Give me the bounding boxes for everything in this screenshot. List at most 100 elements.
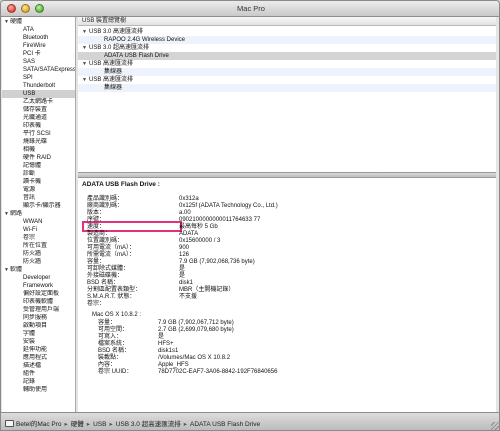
sidebar-item[interactable]: SATA/SATAExpress <box>2 66 75 74</box>
sidebar-item[interactable]: 防火牆 <box>2 258 75 266</box>
sidebar-item[interactable]: ATA <box>2 26 75 34</box>
sidebar-group[interactable]: ▼硬體 <box>2 18 75 26</box>
device-tree-label: USB 3.0 高速匯流排 <box>89 29 144 35</box>
sidebar-item[interactable]: 硬件 RAID <box>2 154 75 162</box>
breadcrumb-item[interactable]: ADATA USB Flash Drive <box>190 421 260 428</box>
sidebar-item[interactable]: FireWire <box>2 42 75 50</box>
sidebar-item[interactable]: PCI 卡 <box>2 50 75 58</box>
sidebar-item[interactable]: 受管理用戶端 <box>2 306 75 314</box>
sidebar-item[interactable]: 乙太網路卡 <box>2 98 75 106</box>
sidebar-item[interactable]: Wi-Fi <box>2 226 75 234</box>
sidebar-item[interactable]: 音訊 <box>2 194 75 202</box>
sidebar-item[interactable]: 防火牆 <box>2 250 75 258</box>
device-tree-row[interactable]: ▼ USB 3.0 超高速匯流排 <box>78 44 496 52</box>
sidebar-item[interactable]: 顯示卡/顯示器 <box>2 202 75 210</box>
property-value: 7.9 GB (7,902,068,736 byte) <box>179 259 255 265</box>
property-value: 900 <box>179 245 190 251</box>
device-tree-row[interactable]: ▼ USB 3.0 高速匯流排 <box>78 28 496 36</box>
breadcrumb-separator-icon: ▸ <box>109 421 113 428</box>
volume-property-row: 可用空間： 2.7 GB (2,699,079,680 byte) <box>98 327 488 334</box>
property-key: 位置識別碼： <box>87 238 124 244</box>
sidebar-item[interactable]: Framework <box>2 282 75 290</box>
sidebar-item[interactable]: Thunderbolt <box>2 82 75 90</box>
sidebar-group[interactable]: ▼軟體 <box>2 266 75 274</box>
sidebar-item[interactable]: 安裝 <box>2 338 75 346</box>
property-key: 可用空間： <box>98 327 129 333</box>
device-tree-row[interactable]: ▼ USB 高速匯流排 <box>78 60 496 68</box>
sidebar-item[interactable]: 光纖通道 <box>2 114 75 122</box>
sidebar-item[interactable]: 所在位置 <box>2 242 75 250</box>
sidebar-item[interactable]: 讀卡機 <box>2 178 75 186</box>
breadcrumb-item[interactable]: 硬體 <box>71 421 84 428</box>
sidebar-item[interactable]: 電源 <box>2 186 75 194</box>
property-row: 位置識別碼： 0x15600000 / 3 <box>87 238 487 245</box>
sidebar-item[interactable]: USB <box>2 90 75 98</box>
sidebar-item[interactable]: 啟動項目 <box>2 322 75 330</box>
sidebar-item[interactable]: 燒錄光碟 <box>2 138 75 146</box>
property-row: 版本： a.00 <box>87 210 487 217</box>
resize-grip-icon[interactable] <box>491 422 499 430</box>
sidebar-item[interactable]: Bluetooth <box>2 34 75 42</box>
sidebar-item[interactable]: Developer <box>2 274 75 282</box>
breadcrumb-separator-icon: ▸ <box>64 421 68 428</box>
volume-property-row: BSD 名稱： disk1s1 <box>98 348 488 355</box>
volume-property-row: 內容： Apple_HFS <box>98 362 488 369</box>
sidebar-group-label: 軟體 <box>10 267 23 273</box>
sidebar-item[interactable]: 延伸功能 <box>2 346 75 354</box>
property-row: BSD 名稱： disk1 <box>87 280 487 287</box>
device-tree-label: 集線器 <box>104 69 123 75</box>
property-key: 序號： <box>87 217 106 223</box>
sidebar-item[interactable]: 描述檔 <box>2 362 75 370</box>
device-tree-row[interactable]: RAPOO 2.4G Wireless Device <box>78 36 496 44</box>
breadcrumb-item[interactable]: Betel的Mac Pro <box>16 421 62 428</box>
disclosure-triangle-icon[interactable]: ▼ <box>82 28 89 36</box>
sidebar-group[interactable]: ▼網路 <box>2 210 75 218</box>
property-row: 分割區配置表類型： MBR（主開機記錄） <box>87 287 487 294</box>
device-tree-row[interactable]: 集線器 <box>78 84 496 92</box>
disclosure-triangle-icon[interactable]: ▼ <box>82 44 89 52</box>
sidebar-item[interactable]: SAS <box>2 58 75 66</box>
sidebar-item[interactable]: 印表機 <box>2 122 75 130</box>
sidebar-item[interactable]: 儲存裝置 <box>2 106 75 114</box>
device-tree-row[interactable]: 集線器 <box>78 68 496 76</box>
device-tree-header[interactable]: USB 裝置總覽樹 <box>78 17 496 26</box>
sidebar-item[interactable]: 記錄 <box>2 378 75 386</box>
sidebar-item[interactable]: WWAN <box>2 218 75 226</box>
breadcrumb-item[interactable]: USB 3.0 超高速匯流排 <box>116 421 181 428</box>
title-bar[interactable]: Mac Pro <box>1 1 499 17</box>
device-tree-row[interactable]: ▼ USB 高速匯流排 <box>78 76 496 84</box>
property-row: 速度： 最高每秒 5 Gb <box>87 224 487 231</box>
usb-device-tree[interactable]: USB 裝置總覽樹 ▼ USB 3.0 高速匯流排 RAPOO 2.4G Wirel… <box>78 17 496 173</box>
property-key: 可寫入： <box>98 334 123 340</box>
disclosure-triangle-icon[interactable]: ▼ <box>82 60 89 68</box>
breadcrumb-item[interactable]: USB <box>93 421 106 428</box>
sidebar-item[interactable]: 組件 <box>2 370 75 378</box>
property-value: a.00 <box>179 210 191 216</box>
property-value: HFS+ <box>158 341 174 347</box>
sidebar-group-label: 硬體 <box>10 19 23 25</box>
device-tree-row[interactable]: ADATA USB Flash Drive <box>78 52 496 60</box>
property-row: 外接磁碟機： 是 <box>87 273 487 280</box>
property-value: 0902100000000011764633 77 <box>179 217 261 223</box>
device-tree-label: 集線器 <box>104 85 123 91</box>
sidebar-item[interactable]: 記憶體 <box>2 162 75 170</box>
property-key: 製造商： <box>87 231 112 237</box>
sidebar-item[interactable]: SPI <box>2 74 75 82</box>
sidebar-item[interactable]: 偏好設定面板 <box>2 290 75 298</box>
sidebar-item[interactable]: 同步服務 <box>2 314 75 322</box>
disclosure-triangle-icon[interactable]: ▼ <box>82 76 89 84</box>
sidebar-item[interactable]: 輔助使用 <box>2 386 75 394</box>
property-value: 0x15600000 / 3 <box>179 238 221 244</box>
sidebar-item[interactable]: 診斷 <box>2 170 75 178</box>
device-tree-label: USB 高速匯流排 <box>89 77 134 83</box>
sidebar-item[interactable]: 相機 <box>2 146 75 154</box>
property-row: 可用電流（mA）： 900 <box>87 245 487 252</box>
sidebar-item[interactable]: 應用程式 <box>2 354 75 362</box>
sidebar-item[interactable]: 印表機軟體 <box>2 298 75 306</box>
sidebar-category-list[interactable]: ▼硬體 ATA Bluetooth FireWire PCI 卡 SAS SATA/SATA… <box>2 17 76 412</box>
sidebar-item[interactable]: 字體 <box>2 330 75 338</box>
sidebar-item[interactable]: 卷宗 <box>2 234 75 242</box>
property-value: disk1 <box>179 280 194 286</box>
sidebar-item[interactable]: 平行 SCSI <box>2 130 75 138</box>
property-key: 裝載點： <box>98 355 123 361</box>
